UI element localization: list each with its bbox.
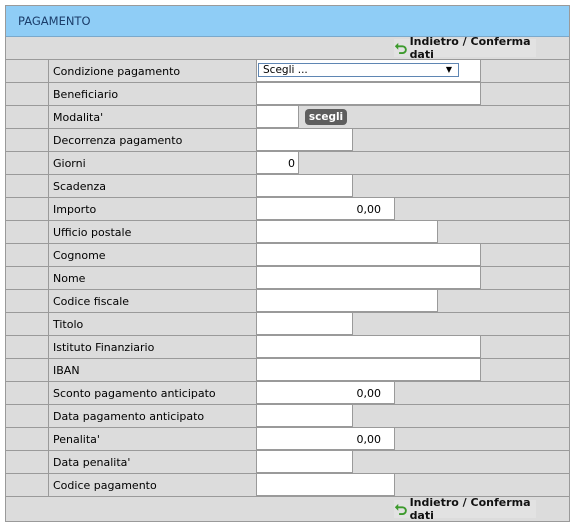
data-pagamento-anticipato-label: Data pagamento anticipato — [53, 410, 205, 423]
condizione-pagamento-select[interactable]: Scegli ... ▼ — [258, 63, 459, 77]
giorni-field[interactable]: 0 — [256, 151, 299, 174]
column-divider — [48, 59, 49, 496]
titolo-field[interactable] — [256, 312, 353, 335]
codice-fiscale-label: Codice fiscale — [53, 295, 130, 308]
scadenza-label: Scadenza — [53, 180, 107, 193]
nome-field[interactable] — [256, 266, 481, 289]
ufficio-postale-field[interactable] — [256, 220, 438, 243]
condizione-pagamento-label: Condizione pagamento — [53, 65, 181, 78]
penalita-field[interactable]: 0,00 — [256, 427, 395, 450]
codice-pagamento-label: Codice pagamento — [53, 479, 157, 492]
back-confirm-button-bottom[interactable]: Indietro / Conferma dati — [394, 496, 536, 522]
data-penalita-label: Data penalita' — [53, 456, 131, 469]
penalita-value: 0,00 — [356, 433, 382, 446]
pagamento-panel: PAGAMENTO Indietro / Conferma dati Condi… — [5, 5, 570, 522]
istituto-finanziario-label: Istituto Finanziario — [53, 341, 155, 354]
codice-pagamento-field[interactable] — [256, 473, 395, 496]
panel-header: PAGAMENTO — [6, 6, 569, 37]
giorni-value: 0 — [288, 157, 295, 170]
beneficiario-label: Beneficiario — [53, 88, 119, 101]
decorrenza-pagamento-label: Decorrenza pagamento — [53, 134, 183, 147]
data-penalita-field[interactable] — [256, 450, 353, 473]
sconto-pagamento-anticipato-field[interactable]: 0,00 — [256, 381, 395, 404]
modalita-field[interactable] — [256, 105, 299, 128]
cognome-label: Cognome — [53, 249, 106, 262]
data-pagamento-anticipato-field[interactable] — [256, 404, 353, 427]
importo-field[interactable]: 0,00 — [256, 197, 395, 220]
back-confirm-button-top[interactable]: Indietro / Conferma dati — [394, 35, 536, 61]
cognome-field[interactable] — [256, 243, 481, 266]
condizione-pagamento-value: Scegli ... — [263, 64, 308, 76]
back-confirm-label: Indietro / Conferma dati — [409, 35, 531, 61]
panel-title: PAGAMENTO — [18, 14, 91, 28]
iban-field[interactable] — [256, 358, 481, 381]
back-confirm-label: Indietro / Conferma dati — [409, 496, 531, 522]
importo-label: Importo — [53, 203, 97, 216]
scegli-button[interactable]: scegli — [305, 109, 347, 125]
scadenza-field[interactable] — [256, 174, 353, 197]
penalita-label: Penalita' — [53, 433, 100, 446]
modalita-label: Modalita' — [53, 111, 104, 124]
undo-arrow-icon — [394, 42, 407, 55]
sconto-pagamento-anticipato-label: Sconto pagamento anticipato — [53, 387, 216, 400]
istituto-finanziario-field[interactable] — [256, 335, 481, 358]
importo-value: 0,00 — [356, 203, 382, 216]
caret-down-icon: ▼ — [445, 65, 452, 74]
beneficiario-field[interactable] — [256, 82, 481, 105]
titolo-label: Titolo — [53, 318, 84, 331]
nome-label: Nome — [53, 272, 86, 285]
giorni-label: Giorni — [53, 157, 86, 170]
ufficio-postale-label: Ufficio postale — [53, 226, 132, 239]
sconto-value: 0,00 — [356, 387, 382, 400]
undo-arrow-icon — [394, 503, 407, 516]
iban-label: IBAN — [53, 364, 80, 377]
decorrenza-pagamento-field[interactable] — [256, 128, 353, 151]
codice-fiscale-field[interactable] — [256, 289, 438, 312]
